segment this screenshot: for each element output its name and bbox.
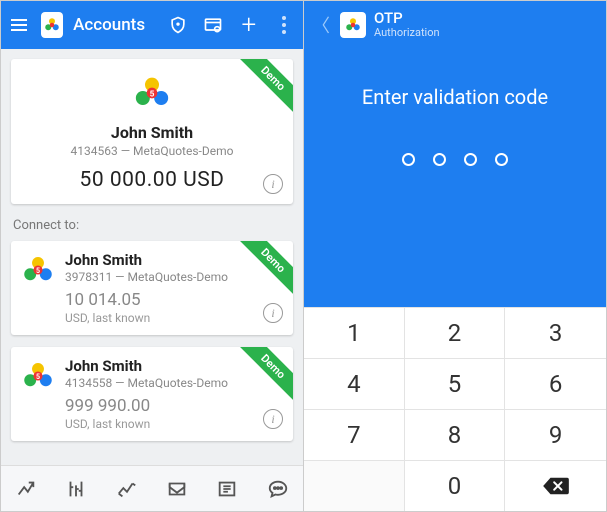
appbar: Accounts + xyxy=(1,1,303,49)
key-9[interactable]: 9 xyxy=(505,409,606,460)
account-sub: 4134563 — MetaQuotes-Demo xyxy=(23,144,281,158)
appbar: 〈 OTP Authorization xyxy=(304,1,606,49)
info-icon[interactable]: i xyxy=(263,303,283,323)
key-8[interactable]: 8 xyxy=(405,409,506,460)
mt5-logo-icon: 5 xyxy=(21,359,55,393)
nav-quotes-icon[interactable] xyxy=(6,478,46,500)
nav-messages-icon[interactable] xyxy=(258,478,298,500)
key-4[interactable]: 4 xyxy=(304,358,405,409)
account-sub: 3978311 — MetaQuotes-Demo xyxy=(65,270,283,284)
mt5-logo-icon: 5 xyxy=(21,253,55,287)
back-icon[interactable]: 〈 xyxy=(310,12,332,38)
account-balance: 50 000.00 USD xyxy=(23,168,281,192)
nav-chart-icon[interactable] xyxy=(56,478,96,500)
account-name: John Smith xyxy=(23,123,281,142)
appbar-title: OTP xyxy=(374,10,440,27)
key-3[interactable]: 3 xyxy=(505,307,606,358)
account-balance: 999 990.00 xyxy=(65,396,283,416)
connect-to-label: Connect to: xyxy=(13,218,293,233)
info-icon[interactable]: i xyxy=(263,409,283,429)
appbar-title: Accounts xyxy=(73,15,145,35)
key-1[interactable]: 1 xyxy=(304,307,405,358)
svg-text:5: 5 xyxy=(150,90,155,100)
certificate-icon[interactable] xyxy=(201,15,226,35)
accounts-screen: Accounts + Demo 5 John Smith 4134563 — M… xyxy=(1,1,304,511)
shield-otp-icon[interactable] xyxy=(165,15,190,35)
otp-screen: 〈 OTP Authorization Enter validation cod… xyxy=(304,1,606,511)
appbar-subtitle: Authorization xyxy=(374,27,440,40)
key-0[interactable]: 0 xyxy=(405,460,506,511)
otp-prompt: Enter validation code xyxy=(362,85,548,109)
nav-news-icon[interactable] xyxy=(207,478,247,500)
current-account-card[interactable]: Demo 5 John Smith 4134563 — MetaQuotes-D… xyxy=(11,59,293,204)
account-name: John Smith xyxy=(65,357,283,375)
key-5[interactable]: 5 xyxy=(405,358,506,409)
account-note: USD, last known xyxy=(65,311,283,325)
app-logo-icon xyxy=(340,12,366,38)
svg-text:5: 5 xyxy=(36,266,40,275)
bottom-nav xyxy=(1,465,303,511)
mt5-logo-icon: 5 xyxy=(132,73,172,113)
otp-dot xyxy=(402,153,415,166)
account-balance: 10 014.05 xyxy=(65,290,283,310)
numeric-keypad: 1 2 3 4 5 6 7 8 9 0 xyxy=(304,307,606,511)
otp-dot xyxy=(433,153,446,166)
otp-dot xyxy=(464,153,477,166)
key-2[interactable]: 2 xyxy=(405,307,506,358)
overflow-menu-icon[interactable] xyxy=(272,16,297,34)
nav-history-icon[interactable] xyxy=(157,478,197,500)
otp-prompt-area: Enter validation code xyxy=(304,49,606,307)
info-icon[interactable]: i xyxy=(263,174,283,194)
otp-code-dots xyxy=(402,153,508,166)
account-sub: 4134558 — MetaQuotes-Demo xyxy=(65,376,283,390)
account-card[interactable]: Demo 5 John Smith 3978311 — MetaQuotes-D… xyxy=(11,241,293,335)
key-backspace[interactable] xyxy=(505,460,606,511)
account-note: USD, last known xyxy=(65,417,283,431)
app-logo-icon xyxy=(41,12,63,38)
svg-text:5: 5 xyxy=(36,372,40,381)
key-7[interactable]: 7 xyxy=(304,409,405,460)
account-card[interactable]: Demo 5 John Smith 4134558 — MetaQuotes-D… xyxy=(11,347,293,441)
key-6[interactable]: 6 xyxy=(505,358,606,409)
nav-trade-icon[interactable] xyxy=(107,478,147,500)
key-blank xyxy=(304,460,405,511)
otp-dot xyxy=(495,153,508,166)
add-account-button[interactable]: + xyxy=(236,12,261,38)
accounts-body: Demo 5 John Smith 4134563 — MetaQuotes-D… xyxy=(1,49,303,465)
demo-ribbon: Demo xyxy=(231,59,293,121)
account-name: John Smith xyxy=(65,251,283,269)
menu-icon[interactable] xyxy=(7,15,31,35)
